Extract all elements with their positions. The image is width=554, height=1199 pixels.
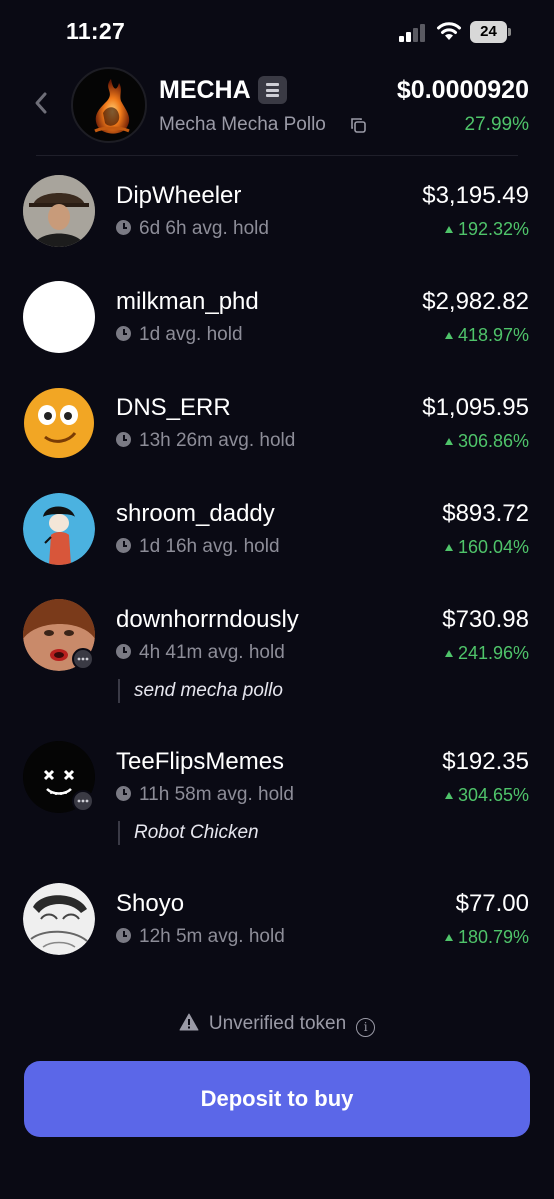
holder-name: TeeFlipsMemes	[116, 748, 285, 775]
avg-hold: 4h 41m avg. hold	[116, 642, 285, 664]
holder-change: 192.32%	[444, 219, 529, 240]
clock-icon	[116, 432, 131, 447]
avg-hold: 1d 16h avg. hold	[116, 536, 280, 558]
avatar	[23, 175, 95, 247]
avg-hold: 11h 58m avg. hold	[116, 784, 294, 806]
list-item[interactable]: downhorrndously 4h 41m avg. hold $730.98…	[0, 598, 554, 728]
warning-icon	[179, 1013, 199, 1031]
holder-change: 306.86%	[444, 431, 529, 452]
battery-level: 24	[470, 21, 507, 43]
avg-hold: 12h 5m avg. hold	[116, 926, 285, 948]
clock-icon	[116, 538, 131, 553]
wifi-icon	[437, 22, 461, 40]
holder-change: 304.65%	[444, 785, 529, 806]
holder-comment: Robot Chicken	[118, 821, 259, 845]
avg-hold: 13h 26m avg. hold	[116, 430, 295, 452]
avg-hold: 6d 6h avg. hold	[116, 218, 269, 240]
holder-change: 160.04%	[444, 537, 529, 558]
list-item[interactable]: shroom_daddy 1d 16h avg. hold $893.72 16…	[0, 492, 554, 588]
list-item[interactable]: milkman_phd 1d avg. hold $2,982.82 418.9…	[0, 280, 554, 376]
clock-icon	[116, 326, 131, 341]
holder-value: $77.00	[455, 890, 529, 917]
holder-name: Shoyo	[116, 890, 185, 917]
comment-badge-icon	[72, 790, 94, 812]
unverified-label: Unverified token	[208, 1013, 347, 1034]
holder-name: DipWheeler	[116, 182, 242, 209]
token-price: $0.0000920	[396, 76, 529, 104]
holder-change: 418.97%	[444, 325, 529, 346]
holder-change: 241.96%	[444, 643, 529, 664]
info-icon[interactable]: i	[356, 1018, 376, 1037]
clock-icon	[116, 644, 131, 659]
holder-comment: send mecha pollo	[118, 679, 283, 703]
up-arrow-icon	[444, 544, 453, 551]
clock-icon	[116, 928, 131, 943]
token-header: MECHA Mecha Mecha Pollo $0.0000920 27.99…	[0, 64, 554, 156]
comment-badge-icon	[72, 648, 94, 670]
avatar	[23, 387, 95, 459]
holder-change: 180.79%	[444, 927, 529, 948]
flaming-chicken-icon	[94, 79, 130, 134]
token-symbol: MECHA	[159, 76, 251, 104]
solana-icon	[258, 76, 287, 104]
token-logo	[71, 67, 147, 143]
back-chevron-icon[interactable]	[33, 90, 49, 116]
holder-value: $192.35	[442, 748, 529, 775]
up-arrow-icon	[444, 226, 453, 233]
clock-icon	[116, 220, 131, 235]
copy-icon[interactable]	[350, 117, 367, 134]
holder-value: $2,982.82	[422, 288, 529, 315]
avg-hold: 1d avg. hold	[116, 324, 243, 346]
holder-value: $730.98	[442, 606, 529, 633]
up-arrow-icon	[444, 332, 453, 339]
battery-icon: 24	[470, 21, 512, 43]
clock-icon	[116, 786, 131, 801]
list-item[interactable]: DipWheeler 6d 6h avg. hold $3,195.49 192…	[0, 174, 554, 270]
holder-name: milkman_phd	[116, 288, 259, 315]
up-arrow-icon	[444, 792, 453, 799]
avatar	[23, 883, 95, 955]
list-item[interactable]: Shoyo 12h 5m avg. hold $77.00 180.79%	[0, 882, 554, 978]
holder-name: shroom_daddy	[116, 500, 275, 527]
token-change: 27.99%	[464, 114, 529, 135]
list-item[interactable]: TeeFlipsMemes 11h 58m avg. hold $192.35 …	[0, 740, 554, 870]
up-arrow-icon	[444, 650, 453, 657]
deposit-to-buy-button[interactable]: Deposit to buy	[24, 1061, 530, 1137]
avatar	[23, 493, 95, 565]
holder-value: $1,095.95	[422, 394, 529, 421]
holder-value: $893.72	[442, 500, 529, 527]
up-arrow-icon	[444, 438, 453, 445]
list-item[interactable]: DNS_ERR 13h 26m avg. hold $1,095.95 306.…	[0, 386, 554, 482]
holder-value: $3,195.49	[422, 182, 529, 209]
holder-name: downhorrndously	[116, 606, 299, 633]
token-name: Mecha Mecha Pollo	[159, 114, 326, 135]
cellular-signal-icon	[399, 24, 427, 42]
unverified-token-notice[interactable]: Unverified token i	[0, 1013, 554, 1037]
holder-name: DNS_ERR	[116, 394, 231, 421]
avatar	[23, 281, 95, 353]
status-time: 11:27	[66, 18, 126, 44]
status-bar: 11:27 24	[0, 0, 554, 64]
up-arrow-icon	[444, 934, 453, 941]
header-divider	[36, 155, 518, 156]
